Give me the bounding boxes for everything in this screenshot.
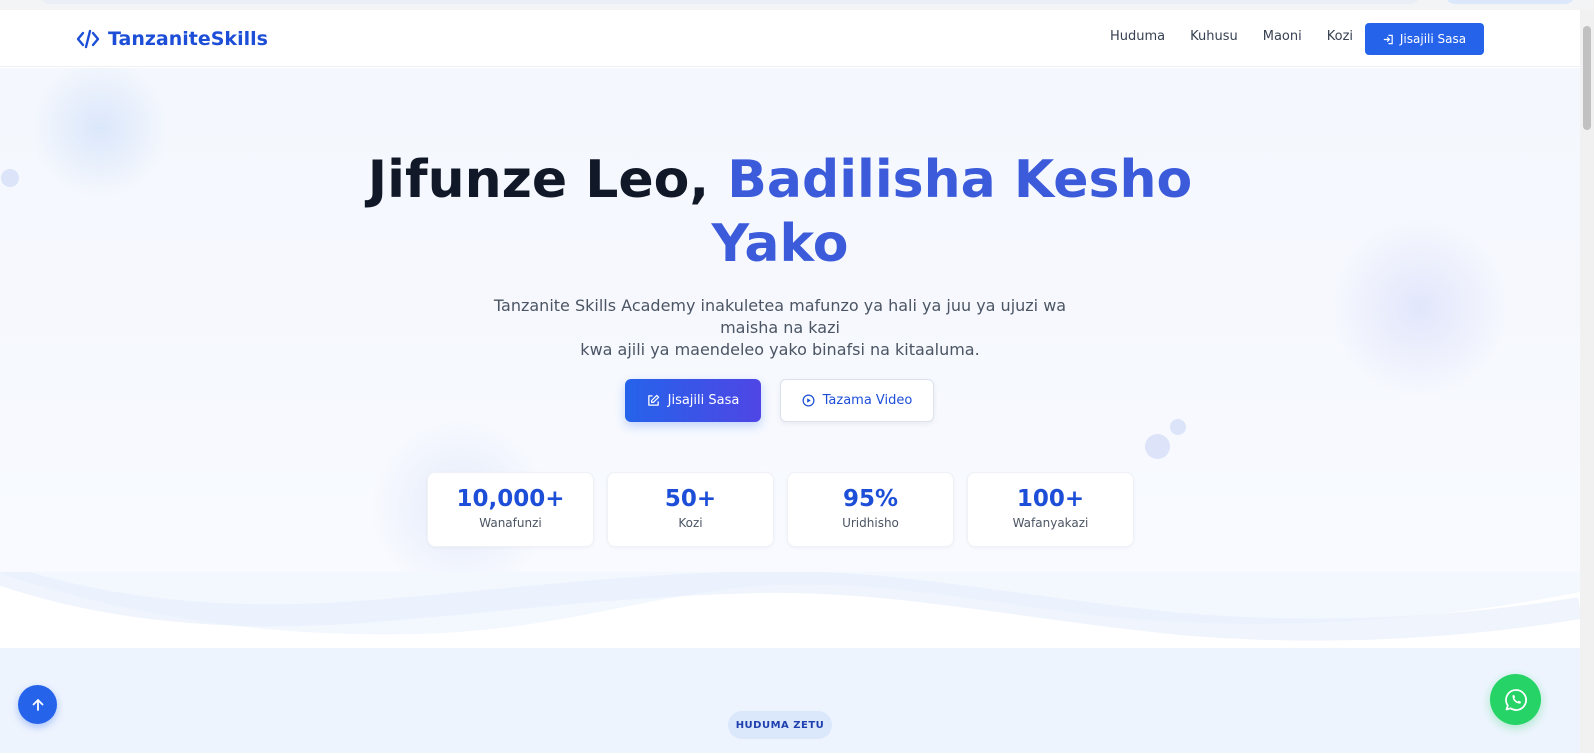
- brand-name: TanzaniteSkills: [108, 28, 268, 50]
- stat-value: 10,000+: [456, 486, 565, 512]
- decor-dot: [1170, 419, 1186, 435]
- nav-link-huduma[interactable]: Huduma: [1110, 29, 1165, 44]
- arrow-up-icon: [32, 698, 43, 711]
- stats-row: 10,000+ Wanafunzi 50+ Kozi 95% Uridhisho…: [427, 472, 1134, 547]
- watch-video-button[interactable]: Tazama Video: [780, 379, 934, 422]
- sign-in-icon: [1383, 34, 1393, 44]
- stat-card: 100+ Wafanyakazi: [967, 472, 1134, 547]
- wave-divider: [0, 572, 1580, 648]
- nav-links: Huduma Kuhusu Maoni Kozi: [1110, 29, 1378, 44]
- stat-value: 50+: [664, 486, 717, 512]
- hero-section: Jifunze Leo, Badilisha Kesho Yako Tanzan…: [0, 68, 1580, 573]
- decor-dot: [1145, 434, 1170, 459]
- play-circle-icon: [802, 394, 815, 407]
- services-badge: HUDUMA ZETU: [728, 711, 832, 739]
- stat-label: Uridhisho: [842, 516, 899, 530]
- whatsapp-icon: [1504, 688, 1527, 711]
- stat-card: 95% Uridhisho: [787, 472, 954, 547]
- browser-top-strip: [0, 0, 1594, 10]
- stat-card: 50+ Kozi: [607, 472, 774, 547]
- scrollbar-thumb[interactable]: [1583, 26, 1591, 130]
- nav-link-kozi[interactable]: Kozi: [1327, 29, 1353, 44]
- page-scrollbar[interactable]: [1580, 10, 1594, 753]
- watch-video-label: Tazama Video: [822, 393, 913, 408]
- hero-title: Jifunze Leo, Badilisha Kesho Yako: [0, 148, 1560, 276]
- stat-label: Wanafunzi: [479, 516, 542, 530]
- whatsapp-button[interactable]: [1490, 674, 1541, 725]
- register-button-label: Jisajili Sasa: [667, 393, 740, 408]
- hero-subtitle-line2: kwa ajili ya maendeleo yako binafsi na k…: [580, 340, 980, 359]
- browser-pill[interactable]: [1445, 0, 1575, 4]
- hero-title-plain: Jifunze Leo,: [367, 150, 728, 210]
- page: TanzaniteSkills Huduma Kuhusu Maoni Kozi…: [0, 0, 1594, 753]
- stat-value: 95%: [842, 486, 899, 512]
- nav-register-button[interactable]: Jisajili Sasa: [1365, 23, 1484, 55]
- hero-title-accent: Badilisha Kesho: [727, 150, 1193, 210]
- stat-label: Wafanyakazi: [1012, 516, 1089, 530]
- nav-link-kuhusu[interactable]: Kuhusu: [1190, 29, 1238, 44]
- navbar: TanzaniteSkills Huduma Kuhusu Maoni Kozi…: [0, 10, 1580, 67]
- register-button[interactable]: Jisajili Sasa: [625, 379, 761, 422]
- address-bar[interactable]: [40, 0, 1420, 4]
- nav-link-maoni[interactable]: Maoni: [1263, 29, 1302, 44]
- nav-register-label: Jisajili Sasa: [1399, 32, 1467, 46]
- services-section: HUDUMA ZETU: [0, 648, 1580, 753]
- brand-logo[interactable]: TanzaniteSkills: [76, 26, 268, 52]
- hero-title-accent-line2: Yako: [711, 214, 849, 274]
- edit-icon: [647, 394, 659, 406]
- hero-subtitle-line1: Tanzanite Skills Academy inakuletea mafu…: [493, 296, 1067, 337]
- hero-subtitle: Tanzanite Skills Academy inakuletea mafu…: [478, 295, 1082, 361]
- back-to-top-button[interactable]: [18, 685, 57, 724]
- code-icon: [76, 29, 100, 49]
- stat-card: 10,000+ Wanafunzi: [427, 472, 594, 547]
- stat-value: 100+: [1016, 486, 1085, 512]
- stat-label: Kozi: [678, 516, 703, 530]
